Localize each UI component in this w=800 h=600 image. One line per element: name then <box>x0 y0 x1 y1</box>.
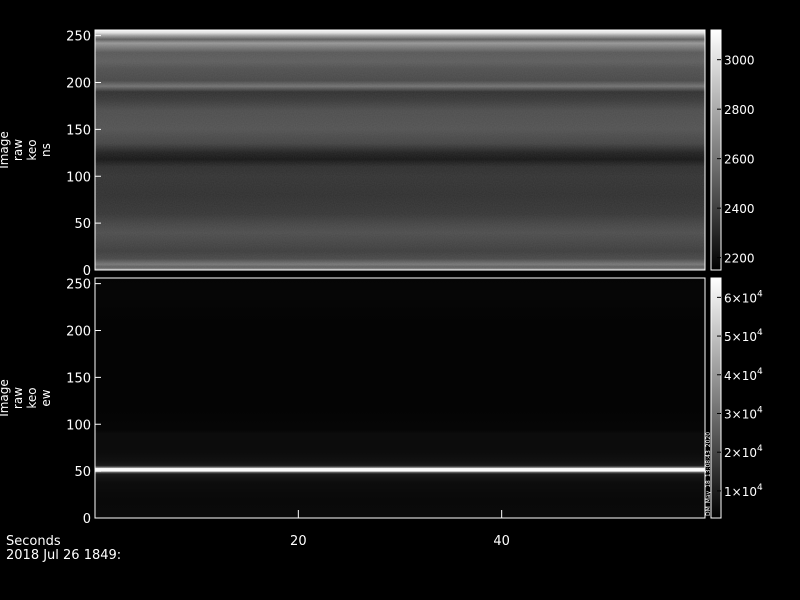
bottom-ytick-label: 250 <box>66 278 91 293</box>
bottom-colorbar-tick-label: 3×104 <box>724 405 763 421</box>
top-ytick-label: 200 <box>66 77 91 92</box>
bottom-ytick-label: 50 <box>74 465 91 480</box>
top-ylabel-line: keo <box>25 139 39 160</box>
bottom-colorbar-tick-label: 2×104 <box>724 444 763 460</box>
bottom-ylabel-line: ew <box>39 389 53 406</box>
seconds-label: Seconds <box>6 534 61 549</box>
bottom-ylabel-line: Image <box>0 379 11 417</box>
bottom-ytick-label: 150 <box>66 371 91 386</box>
bottom-ylabel-line: raw <box>11 387 25 409</box>
top-colorbar-tick-label: 2200 <box>724 252 755 266</box>
bottom-colorbar-ticks: 1×104 2×104 3×104 4×104 5×104 6×104 <box>717 289 763 499</box>
top-ylabel: Image raw keo ns <box>0 131 53 169</box>
bottom-heatmap <box>95 278 705 518</box>
top-colorbar-tick-label: 2600 <box>724 153 755 167</box>
bottom-ytick-label: 0 <box>83 512 91 527</box>
top-ylabel-line: raw <box>11 139 25 161</box>
top-heatmap-noise <box>95 30 705 270</box>
bottom-panel: Image raw keo ew 0 50 100 150 200 250 20 40 1×104… <box>0 277 763 549</box>
top-ylabel-line: Image <box>0 131 11 169</box>
date-label: 2018 Jul 26 1849: <box>6 548 121 563</box>
top-ytick-label: 250 <box>66 30 91 45</box>
bottom-colorbar-exponent: 4 <box>757 328 763 338</box>
top-colorbar-ticks: 2200 2400 2600 2800 3000 <box>717 54 755 266</box>
bottom-colorbar-tick-label: 4×104 <box>724 367 763 383</box>
bottom-side-stamp: DM_May_18_13:08:43_2020 <box>705 432 712 516</box>
bottom-xtick-label: 20 <box>290 534 307 549</box>
top-ylabel-line: ns <box>39 143 53 157</box>
bottom-colorbar-exponent: 4 <box>757 289 763 299</box>
top-ytick-label: 100 <box>66 170 91 185</box>
bottom-colorbar-exponent: 4 <box>757 483 763 493</box>
bottom-xtick-label: 40 <box>493 534 510 549</box>
bottom-colorbar <box>710 277 722 519</box>
top-panel: Image raw keo ns 050100150200250 2200240026… <box>0 29 755 279</box>
bottom-ytick-label: 200 <box>66 325 91 340</box>
bottom-colorbar-exponent: 4 <box>757 444 763 454</box>
top-colorbar-tick-label: 3000 <box>724 54 755 68</box>
bottom-ytick-label: 100 <box>66 418 91 433</box>
bottom-ylabel-line: keo <box>25 387 39 408</box>
bottom-ylabel: Image raw keo ew <box>0 379 53 417</box>
bottom-colorbar-tick-label: 1×104 <box>724 483 763 499</box>
top-colorbar-tick-label: 2400 <box>724 202 755 216</box>
keogram-figure: Image raw keo ns 050100150200250 2200240026… <box>0 29 763 563</box>
bottom-colorbar-exponent: 4 <box>757 405 763 415</box>
bottom-colorbar-tick-label: 5×104 <box>724 328 763 344</box>
top-ytick-label: 150 <box>66 123 91 138</box>
top-colorbar-tick-label: 2800 <box>724 103 755 117</box>
top-colorbar <box>710 29 722 271</box>
bottom-colorbar-tick-label: 6×104 <box>724 289 763 305</box>
top-ytick-label: 50 <box>74 217 91 232</box>
bottom-colorbar-exponent: 4 <box>757 367 763 377</box>
